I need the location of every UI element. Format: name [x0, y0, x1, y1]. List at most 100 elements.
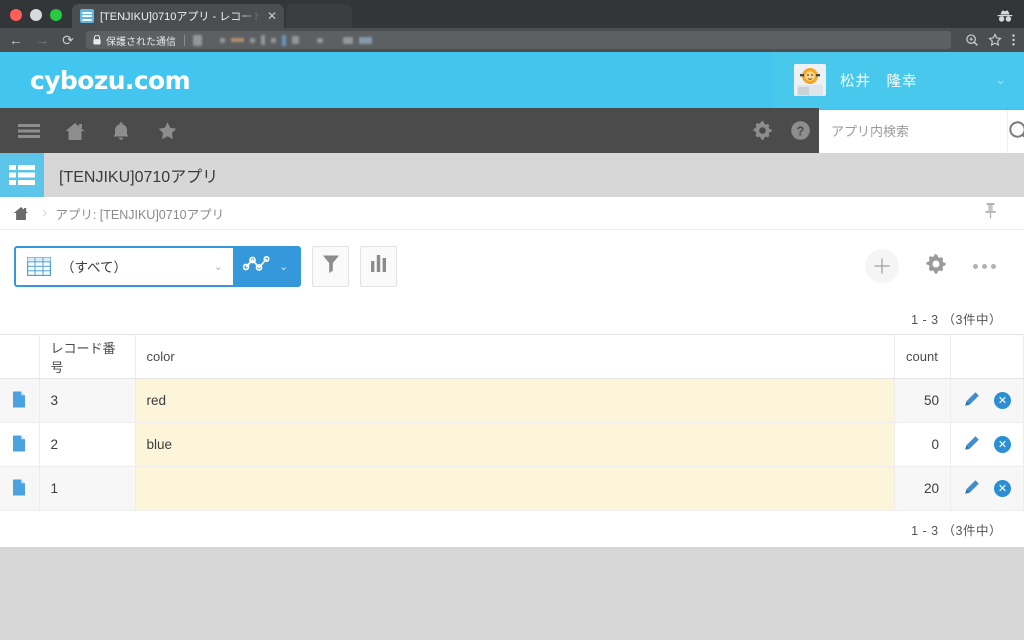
view-select[interactable]: （すべて） ⌄	[16, 247, 233, 285]
zoom-icon[interactable]	[965, 33, 979, 47]
paging-bottom: 1 - 3 （3件中）	[0, 511, 1024, 547]
bar-chart-icon	[370, 255, 387, 277]
cybozu-logo[interactable]: cybozu.com	[0, 52, 191, 108]
page-footer	[0, 547, 1024, 640]
cell-count: 50	[894, 378, 951, 423]
reload-button[interactable]: ⟳	[60, 33, 76, 47]
table-row[interactable]: 1 20 ✕	[0, 466, 1024, 511]
table-view-icon	[27, 256, 51, 276]
table-row[interactable]: 2 blue 0 ✕	[0, 422, 1024, 467]
column-header-color[interactable]: color	[135, 334, 895, 379]
view-toolbar: （すべて） ⌄ ⌄	[0, 230, 1024, 302]
global-nav-left	[0, 112, 186, 150]
bookmark-star-icon[interactable]	[988, 33, 1002, 47]
omnibox-divider	[184, 34, 185, 46]
more-options-button[interactable]	[973, 263, 996, 269]
cell-color: blue	[135, 422, 895, 467]
settings-button[interactable]	[925, 253, 947, 280]
chevron-down-icon[interactable]: ⌄	[279, 260, 288, 273]
header-spacer	[190, 52, 772, 108]
add-record-button[interactable]	[865, 249, 899, 283]
home-icon[interactable]	[0, 206, 42, 221]
pencil-edit-icon[interactable]	[963, 435, 980, 455]
global-nav: ?	[0, 108, 1024, 153]
star-icon[interactable]	[148, 112, 186, 150]
redacted-url	[193, 34, 372, 46]
close-icon[interactable]: ✕	[267, 10, 277, 22]
address-bar[interactable]: 保護された通信	[86, 31, 951, 49]
toolbar-actions	[865, 249, 1010, 283]
breadcrumb-separator: ›	[42, 204, 48, 221]
user-menu[interactable]: 松井 隆幸 ⌄	[772, 52, 1024, 108]
app-title-bar: [TENJIKU]0710アプリ	[0, 153, 1024, 197]
ellipsis-icon	[973, 263, 978, 269]
help-icon[interactable]: ?	[781, 112, 819, 150]
user-name: 松井 隆幸	[840, 73, 918, 90]
browser-toolbar: ← → ⟳ 保護された通信	[0, 28, 1024, 52]
cell-record-no: 1	[39, 466, 136, 511]
secure-connection-label: 保護された通信	[106, 36, 176, 48]
lock-icon	[93, 35, 101, 45]
delete-circle-icon[interactable]: ✕	[994, 436, 1011, 453]
app-list-favicon	[80, 9, 94, 23]
row-open-cell[interactable]	[0, 378, 40, 423]
pencil-edit-icon[interactable]	[963, 479, 980, 499]
chevron-down-icon[interactable]: ⌄	[995, 72, 1006, 88]
cell-color	[135, 466, 895, 511]
row-open-cell[interactable]	[0, 466, 40, 511]
window-controls[interactable]	[0, 9, 72, 28]
browser-tab-bar: [TENJIKU]0710アプリ - レコード ✕	[0, 0, 1024, 28]
ellipsis-icon	[991, 263, 996, 269]
cybozu-header: cybozu.com 松井 隆幸 ⌄	[0, 52, 1024, 108]
footer-background	[0, 547, 1024, 640]
document-icon[interactable]	[12, 435, 26, 455]
column-header-record-no[interactable]: レコード番号	[39, 334, 136, 379]
minimize-window-button[interactable]	[30, 9, 42, 21]
avatar	[794, 64, 826, 96]
browser-menu-icon[interactable]	[1011, 33, 1016, 47]
bell-icon[interactable]	[102, 112, 140, 150]
close-window-button[interactable]	[10, 9, 22, 21]
gear-icon[interactable]	[743, 112, 781, 150]
search-icon[interactable]	[1007, 110, 1024, 153]
page-title: [TENJIKU]0710アプリ	[59, 169, 219, 186]
new-tab-strip[interactable]	[286, 4, 352, 28]
table-header-row: レコード番号 color count	[0, 334, 1024, 379]
cell-actions: ✕	[950, 422, 1024, 467]
graph-view-button[interactable]: ⌄	[233, 248, 299, 285]
app-search[interactable]	[819, 108, 1024, 153]
document-icon[interactable]	[12, 391, 26, 411]
document-icon[interactable]	[12, 479, 26, 499]
ellipsis-icon	[982, 263, 987, 269]
column-header-count[interactable]: count	[894, 334, 951, 379]
view-name-label: （すべて）	[61, 260, 128, 275]
hamburger-icon[interactable]	[10, 112, 48, 150]
delete-circle-icon[interactable]: ✕	[994, 392, 1011, 409]
pushpin-icon[interactable]	[984, 202, 997, 224]
delete-circle-icon[interactable]: ✕	[994, 480, 1011, 497]
pencil-edit-icon[interactable]	[963, 391, 980, 411]
row-open-cell[interactable]	[0, 422, 40, 467]
browser-tab[interactable]: [TENJIKU]0710アプリ - レコード ✕	[72, 4, 284, 28]
maximize-window-button[interactable]	[50, 9, 62, 21]
forward-button[interactable]: →	[34, 33, 50, 47]
filter-button[interactable]	[312, 245, 350, 287]
back-button[interactable]: ←	[8, 33, 24, 47]
records-table: レコード番号 color count 3 red 50 ✕ 2 blue 0 ✕…	[0, 334, 1024, 511]
chart-button[interactable]	[360, 245, 398, 287]
browser-toolbar-actions	[961, 33, 1016, 47]
cell-actions: ✕	[950, 466, 1024, 511]
app-list-icon[interactable]	[0, 153, 44, 197]
paging-top: 1 - 3 （3件中）	[0, 302, 1024, 334]
search-input[interactable]	[819, 124, 1007, 139]
cell-record-no: 2	[39, 422, 136, 467]
cell-count: 20	[894, 466, 951, 511]
gear-icon	[926, 253, 946, 274]
view-selector-group: （すべて） ⌄ ⌄	[14, 245, 302, 287]
browser-tab-title: [TENJIKU]0710アプリ - レコード	[100, 11, 261, 23]
home-icon[interactable]	[56, 112, 94, 150]
breadcrumb-label[interactable]: アプリ: [TENJIKU]0710アプリ	[55, 204, 224, 223]
cell-record-no: 3	[39, 378, 136, 423]
chevron-down-icon[interactable]: ⌄	[214, 260, 223, 273]
table-row[interactable]: 3 red 50 ✕	[0, 378, 1024, 423]
